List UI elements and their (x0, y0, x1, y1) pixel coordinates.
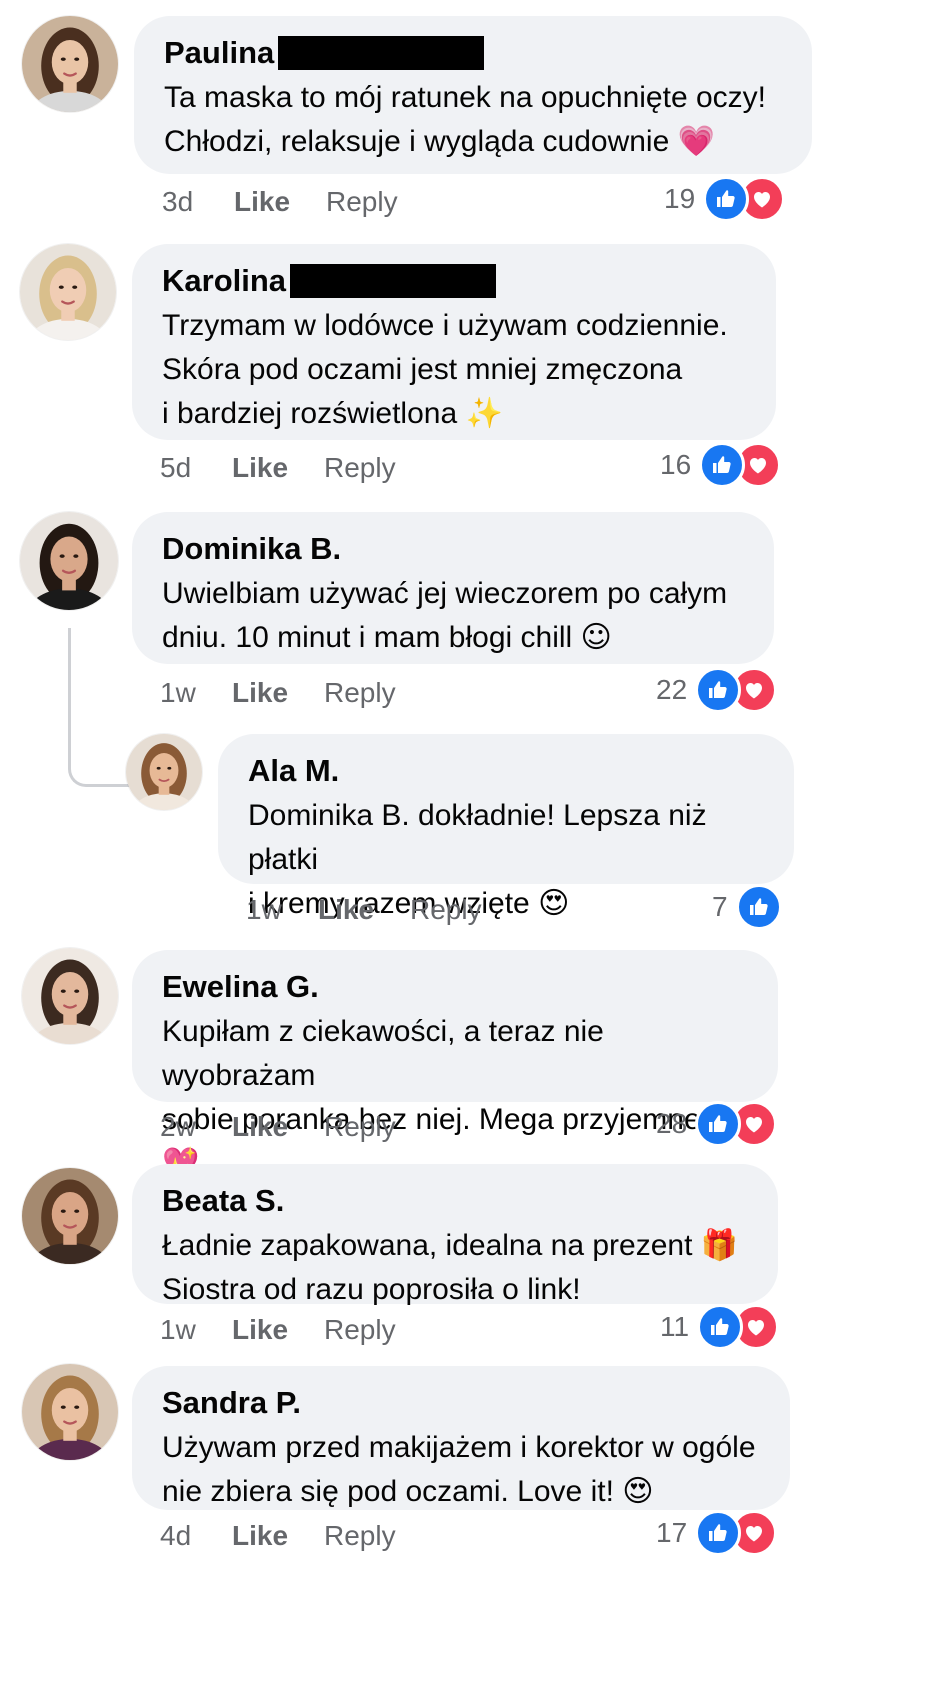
reply-button[interactable]: Reply (324, 1111, 396, 1143)
comment-text: Uwielbiam używać jej wieczorem po całym … (162, 577, 728, 655)
timestamp[interactable]: 1w (160, 677, 232, 709)
commenter-name[interactable]: Karolina (162, 262, 746, 300)
like-reaction-icon (695, 1101, 742, 1147)
commenter-name[interactable]: Beata S. (162, 1182, 748, 1220)
comment-bubble: Ewelina G. Kupiłam z ciekawości, a teraz… (132, 950, 778, 1181)
reply-button[interactable]: Reply (324, 1520, 396, 1552)
reply-button[interactable]: Reply (324, 452, 396, 484)
avatar[interactable] (22, 16, 118, 112)
reaction-summary[interactable]: 16 (660, 442, 782, 488)
like-reaction-icon (703, 176, 750, 222)
comment-actions: 5d Like Reply (160, 448, 396, 488)
comment-bubble: Ala M. Dominika B. dokładnie! Lepsza niż… (218, 734, 794, 921)
reply-button[interactable]: Reply (410, 894, 482, 926)
comment-bubble: Beata S. Ładnie zapakowana, idealna na p… (132, 1164, 778, 1306)
avatar-image (22, 1168, 118, 1264)
reply-thread-line (68, 628, 131, 787)
timestamp[interactable]: 5d (160, 452, 232, 484)
comment-actions: 3d Like Reply (162, 182, 398, 222)
comment-actions: 4d Like Reply (160, 1516, 396, 1556)
emoji: ✨ (465, 396, 503, 431)
comment-actions: 1w Like Reply (160, 673, 396, 713)
like-button[interactable]: Like (232, 677, 324, 709)
avatar-image (22, 1364, 118, 1460)
reaction-summary[interactable]: 11 (660, 1304, 780, 1350)
like-reaction-icon (697, 1304, 744, 1350)
avatar-image (22, 16, 118, 112)
reaction-summary[interactable]: 28 (656, 1101, 778, 1147)
comment-text: Trzymam w lodówce i używam codziennie. S… (162, 309, 728, 431)
comment-bubble: Paulina Ta maska to mój ratunek na opuch… (134, 16, 812, 174)
reaction-count: 22 (656, 674, 688, 705)
comment-actions: 1w Like Reply (246, 890, 482, 930)
comment-actions: 2w Like Reply (160, 1107, 396, 1147)
reaction-summary[interactable]: 19 (664, 176, 786, 222)
timestamp[interactable]: 1w (160, 1314, 232, 1346)
avatar[interactable] (22, 948, 118, 1044)
like-button[interactable]: Like (318, 894, 410, 926)
avatar[interactable] (22, 1364, 118, 1460)
avatar[interactable] (22, 1168, 118, 1264)
like-button[interactable]: Like (232, 1111, 324, 1143)
like-button[interactable]: Like (232, 1314, 324, 1346)
like-button[interactable]: Like (234, 186, 326, 218)
avatar[interactable] (20, 244, 116, 340)
reaction-count: 19 (664, 183, 696, 214)
avatar-image (20, 244, 116, 340)
like-reaction-icon (735, 884, 782, 930)
comment-bubble: Karolina Trzymam w lodówce i używam codz… (132, 244, 776, 440)
like-reaction-icon (695, 667, 742, 713)
redacted-surname (278, 36, 485, 70)
emoji: 🎁 (700, 1228, 739, 1263)
avatar-image (20, 512, 118, 610)
comment-bubble: Sandra P. Używam przed makijażem i korek… (132, 1366, 790, 1510)
comment-text: Ta maska to mój ratunek na opuchnięte oc… (164, 81, 766, 159)
reply-button[interactable]: Reply (324, 677, 396, 709)
reaction-count: 28 (656, 1108, 688, 1139)
reaction-count: 16 (660, 449, 692, 480)
like-button[interactable]: Like (232, 452, 324, 484)
reaction-summary[interactable]: 7 (712, 884, 782, 930)
commenter-name[interactable]: Sandra P. (162, 1384, 760, 1422)
emoji: 😍 (622, 1474, 654, 1509)
comment-actions: 1w Like Reply (160, 1310, 396, 1350)
commenter-name[interactable]: Dominika B. (162, 530, 744, 568)
avatar[interactable] (20, 512, 118, 610)
timestamp[interactable]: 2w (160, 1111, 232, 1143)
reaction-summary[interactable]: 17 (656, 1510, 778, 1556)
emoji: 😍 (538, 886, 570, 921)
emoji: 💗 (677, 124, 715, 159)
avatar-image (22, 948, 118, 1044)
commenter-name[interactable]: Ala M. (248, 752, 764, 790)
reaction-count: 7 (712, 891, 728, 922)
like-reaction-icon (699, 442, 746, 488)
timestamp[interactable]: 3d (162, 186, 234, 218)
like-button[interactable]: Like (232, 1520, 324, 1552)
avatar[interactable] (126, 734, 202, 810)
reaction-count: 17 (656, 1517, 688, 1548)
timestamp[interactable]: 4d (160, 1520, 232, 1552)
redacted-surname (290, 264, 497, 298)
timestamp[interactable]: 1w (246, 894, 318, 926)
avatar-image (126, 734, 202, 810)
comment-text: Kupiłam z ciekawości, a teraz nie wyobra… (162, 1010, 748, 1186)
commenter-name[interactable]: Ewelina G. (162, 968, 748, 1006)
reaction-count: 11 (660, 1311, 690, 1342)
like-reaction-icon (695, 1510, 742, 1556)
comment-bubble: Dominika B. Uwielbiam używać jej wieczor… (132, 512, 774, 664)
emoji: ☺ (580, 620, 612, 655)
commenter-name[interactable]: Paulina (164, 34, 782, 72)
reply-button[interactable]: Reply (326, 186, 398, 218)
reaction-summary[interactable]: 22 (656, 667, 778, 713)
reply-button[interactable]: Reply (324, 1314, 396, 1346)
comment-text: Ładnie zapakowana, idealna na prezent 🎁 S… (162, 1228, 739, 1306)
comment-text: Używam przed makijażem i korektor w ogól… (162, 1431, 756, 1509)
